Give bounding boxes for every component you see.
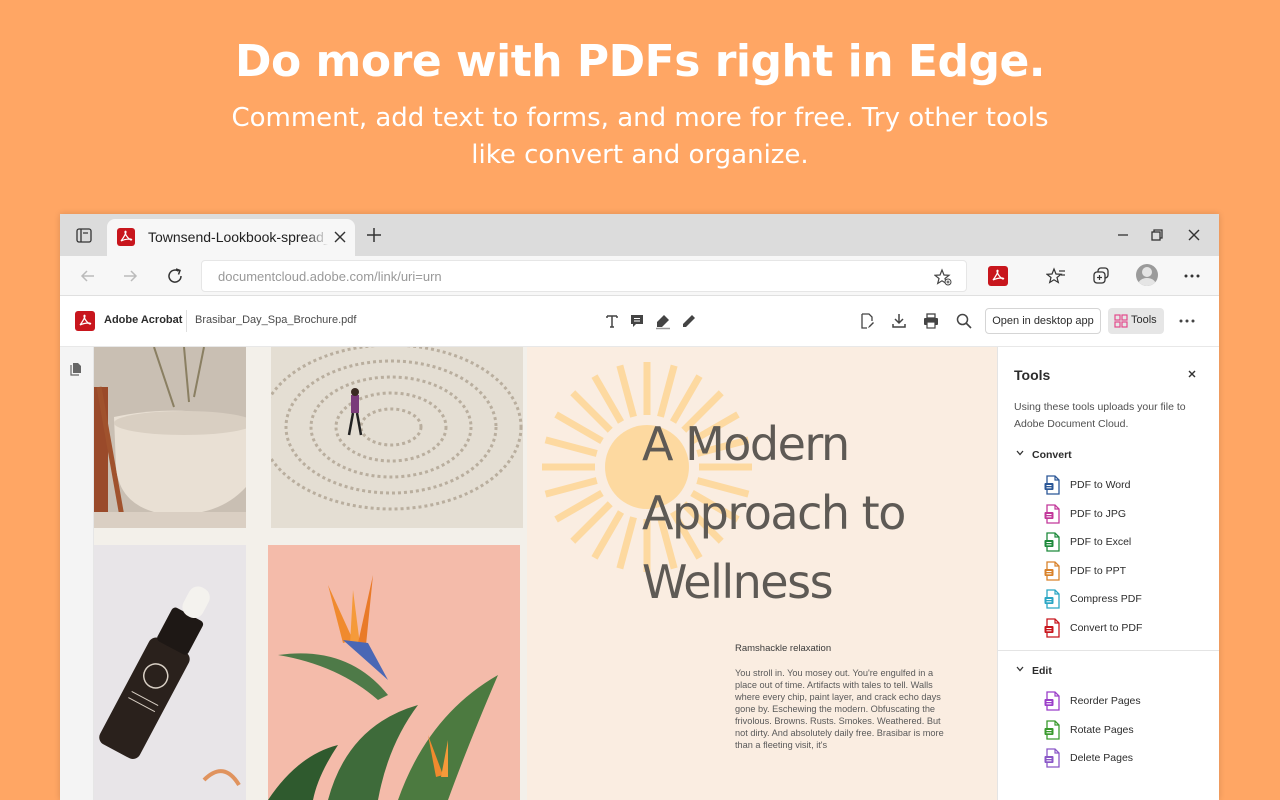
tools-button-label: Tools bbox=[1131, 314, 1157, 326]
chevron-down-icon bbox=[1016, 450, 1024, 456]
toolbar-divider bbox=[186, 310, 187, 332]
panel-divider bbox=[998, 650, 1219, 651]
collections-icon[interactable] bbox=[1091, 266, 1111, 286]
tab-title: Townsend-Lookbook-spread_red bbox=[148, 229, 328, 245]
tools-panel-note: Using these tools uploads your file to A… bbox=[1014, 401, 1186, 430]
compress-icon bbox=[1044, 589, 1060, 609]
bird-of-paradise-photo bbox=[268, 545, 520, 800]
back-arrow-icon[interactable] bbox=[78, 266, 98, 286]
print-icon[interactable] bbox=[922, 312, 940, 330]
document-title-line-3: Wellness bbox=[642, 555, 834, 609]
browser-window: Townsend-Lookbook-spread_red bbox=[60, 214, 1219, 800]
tool-item-label: Convert to PDF bbox=[1070, 621, 1143, 634]
tab-actions-icon[interactable] bbox=[76, 228, 92, 243]
tool-item-label: PDF to JPG bbox=[1070, 507, 1127, 520]
tool-item-label: PDF to Word bbox=[1070, 479, 1131, 491]
serum-bottle-photo bbox=[94, 545, 246, 800]
tool-item-rotate-pages[interactable]: Rotate Pages bbox=[1044, 719, 1214, 741]
acrobat-favicon-icon bbox=[117, 228, 135, 246]
draw-pen-icon[interactable] bbox=[680, 312, 698, 330]
edit-section-label: Edit bbox=[1032, 665, 1052, 677]
address-toolbar: documentcloud.adobe.com/link/uri=urn bbox=[60, 256, 1219, 296]
add-text-icon[interactable] bbox=[603, 312, 621, 330]
document-file-name: Brasibar_Day_Spa_Brochure.pdf bbox=[195, 314, 357, 326]
tool-item-pdf-to-excel[interactable]: PDF to Excel bbox=[1044, 531, 1214, 553]
jpg-icon bbox=[1044, 503, 1060, 524]
address-bar[interactable]: documentcloud.adobe.com/link/uri=urn bbox=[201, 260, 967, 292]
convert-section-toggle[interactable]: Convert bbox=[1016, 449, 1072, 461]
forward-arrow-icon[interactable] bbox=[120, 266, 140, 286]
tab-strip: Townsend-Lookbook-spread_red bbox=[60, 214, 1219, 256]
document-title-line-2: Approach to bbox=[642, 486, 906, 540]
tool-item-label: Compress PDF bbox=[1070, 593, 1142, 605]
tools-panel-title: Tools bbox=[1014, 367, 1051, 383]
chevron-down-icon bbox=[1016, 666, 1024, 672]
tool-item-label: Rotate Pages bbox=[1070, 723, 1134, 736]
document-body-text: You stroll in. You mosey out. You're eng… bbox=[735, 668, 944, 750]
fill-sign-icon[interactable] bbox=[858, 312, 876, 330]
document-title-line-1: A Modern bbox=[642, 417, 850, 471]
tool-item-pdf-to-word[interactable]: PDF to Word bbox=[1044, 474, 1214, 496]
delete-icon bbox=[1044, 748, 1060, 768]
tools-button[interactable]: Tools bbox=[1108, 308, 1164, 334]
download-icon[interactable] bbox=[890, 312, 908, 330]
search-icon[interactable] bbox=[955, 312, 973, 330]
minimize-icon[interactable] bbox=[1114, 226, 1132, 244]
tool-item-label: Reorder Pages bbox=[1070, 695, 1141, 707]
pdf-document-view[interactable]: A Modern Approach to Wellness Ramshackle… bbox=[94, 347, 997, 800]
profile-avatar[interactable] bbox=[1136, 264, 1158, 286]
rotate-icon bbox=[1044, 719, 1060, 740]
more-options-icon[interactable] bbox=[1178, 312, 1196, 330]
acrobat-app-name: Adobe Acrobat bbox=[104, 314, 183, 326]
close-window-icon[interactable] bbox=[1185, 226, 1203, 244]
bathtub-photo bbox=[94, 347, 246, 528]
hero-headline: Do more with PDFs right in Edge. bbox=[234, 36, 1046, 87]
tool-item-compress-pdf[interactable]: Compress PDF bbox=[1044, 588, 1214, 610]
address-url: documentcloud.adobe.com/link/uri=urn bbox=[218, 269, 442, 284]
reorder-icon bbox=[1044, 691, 1060, 711]
acrobat-extension-icon[interactable] bbox=[988, 266, 1008, 286]
browser-tab-active[interactable]: Townsend-Lookbook-spread_red bbox=[107, 219, 355, 256]
tools-grid-icon bbox=[1114, 314, 1128, 328]
tool-item-reorder-pages[interactable]: Reorder Pages bbox=[1044, 690, 1214, 712]
tool-item-pdf-to-jpg[interactable]: PDF to JPG bbox=[1044, 503, 1214, 525]
favorites-icon[interactable] bbox=[1046, 266, 1066, 286]
hero-subline: Comment, add text to forms, and more for… bbox=[231, 103, 1049, 170]
settings-more-icon[interactable] bbox=[1182, 266, 1202, 286]
word-icon bbox=[1044, 475, 1060, 495]
acrobat-logo-icon bbox=[75, 311, 95, 331]
page-thumbnails-icon[interactable] bbox=[70, 362, 82, 376]
close-panel-icon[interactable] bbox=[1186, 368, 1198, 380]
left-rail bbox=[60, 347, 94, 800]
refresh-icon[interactable] bbox=[165, 266, 185, 286]
comment-icon[interactable] bbox=[628, 312, 646, 330]
tool-item-pdf-to-ppt[interactable]: PDF to PPT bbox=[1044, 560, 1214, 582]
excel-icon bbox=[1044, 532, 1060, 552]
restore-icon[interactable] bbox=[1148, 226, 1166, 244]
acrobat-toolbar: Adobe Acrobat Brasibar_Day_Spa_Brochure.… bbox=[60, 296, 1219, 347]
tools-panel: Tools Using these tools uploads your fil… bbox=[997, 347, 1219, 800]
new-tab-icon[interactable] bbox=[365, 226, 383, 244]
add-favorite-icon[interactable] bbox=[934, 268, 952, 286]
document-subheading: Ramshackle relaxation bbox=[735, 643, 832, 654]
stone-labyrinth-photo bbox=[271, 347, 523, 528]
tool-item-delete-pages[interactable]: Delete Pages bbox=[1044, 747, 1214, 769]
tool-item-convert-to-pdf[interactable]: Convert to PDF bbox=[1044, 617, 1214, 639]
brochure-page: A Modern Approach to Wellness Ramshackle… bbox=[527, 347, 997, 800]
tool-item-label: PDF to Excel bbox=[1070, 536, 1132, 548]
highlight-icon[interactable] bbox=[654, 312, 672, 330]
ppt-icon bbox=[1044, 560, 1060, 581]
convert-section-label: Convert bbox=[1032, 449, 1072, 461]
close-tab-icon[interactable] bbox=[331, 228, 349, 246]
edit-section-toggle[interactable]: Edit bbox=[1016, 665, 1052, 677]
tool-item-label: Delete Pages bbox=[1070, 752, 1134, 764]
convert-icon bbox=[1044, 617, 1060, 638]
open-in-desktop-app-button[interactable]: Open in desktop app bbox=[985, 308, 1101, 334]
tool-item-label: PDF to PPT bbox=[1070, 564, 1127, 577]
